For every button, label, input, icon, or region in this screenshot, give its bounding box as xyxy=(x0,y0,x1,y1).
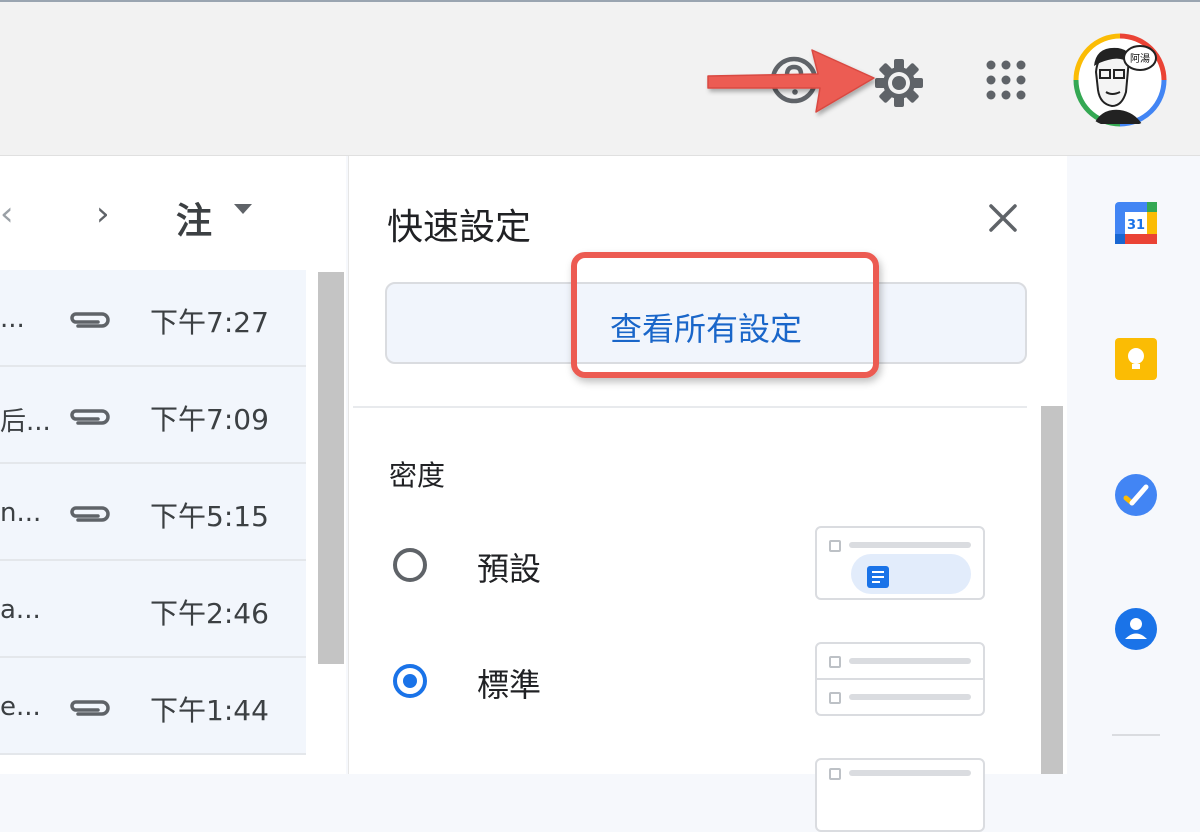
google-apps-icon[interactable] xyxy=(984,58,1028,102)
close-icon[interactable] xyxy=(983,198,1023,238)
preview-separator xyxy=(817,678,983,680)
density-default-preview[interactable] xyxy=(815,526,985,600)
density-standard-label[interactable]: 標準 xyxy=(477,660,541,706)
side-apps-divider xyxy=(1112,734,1160,736)
preview-checkbox xyxy=(829,768,841,780)
mail-row[interactable]: e... 下午1:44 xyxy=(0,658,306,755)
paperclip-icon xyxy=(70,409,110,425)
mail-list-scrollbar[interactable] xyxy=(318,272,344,664)
preview-line xyxy=(849,694,971,700)
preview-line xyxy=(849,658,971,664)
sort-menu-label[interactable]: 注 xyxy=(176,192,212,244)
preview-checkbox xyxy=(829,692,841,704)
quick-settings-panel: 快速設定 查看所有設定 密度 預設 標準 xyxy=(348,156,1067,832)
keep-icon[interactable] xyxy=(1113,336,1159,382)
top-header: 阿湯 xyxy=(0,2,1200,156)
density-default-label[interactable]: 預設 xyxy=(477,544,541,590)
paperclip-icon xyxy=(70,312,110,328)
panel-title: 快速設定 xyxy=(387,207,532,248)
document-icon xyxy=(867,566,889,588)
density-default-radio[interactable] xyxy=(393,548,427,582)
next-page-button[interactable]: › xyxy=(96,194,110,234)
mail-snippet: ... xyxy=(0,304,25,334)
mail-row[interactable]: n... 下午5:15 xyxy=(0,464,306,561)
mail-snippet: n... xyxy=(0,498,42,528)
mail-row[interactable]: a... 下午2:46 xyxy=(0,561,306,658)
preview-line xyxy=(849,770,971,776)
tasks-icon[interactable] xyxy=(1113,472,1159,518)
caret-down-icon[interactable] xyxy=(234,204,252,214)
account-avatar[interactable]: 阿湯 xyxy=(1072,32,1168,128)
mail-time: 下午2:46 xyxy=(150,597,269,630)
density-compact-preview[interactable] xyxy=(815,758,985,832)
help-icon[interactable] xyxy=(768,54,820,106)
mail-list-area: ‹ › 注 ... 下午7:27 后... 下午7:09 n... 下午5:15… xyxy=(0,156,346,774)
preview-line xyxy=(849,542,971,548)
panel-divider xyxy=(353,406,1027,408)
density-standard-radio[interactable] xyxy=(393,664,427,698)
density-section-title: 密度 xyxy=(389,459,446,492)
mail-time: 下午1:44 xyxy=(150,694,269,727)
preview-checkbox xyxy=(829,656,841,668)
mail-row[interactable]: 后... 下午7:09 xyxy=(0,367,306,464)
mail-snippet: e... xyxy=(0,692,41,722)
paperclip-icon xyxy=(70,506,110,522)
mail-list: ... 下午7:27 后... 下午7:09 n... 下午5:15 a... … xyxy=(0,270,306,755)
avatar-speech-text: 阿湯 xyxy=(1130,52,1150,65)
panel-scrollbar[interactable] xyxy=(1041,406,1063,774)
calendar-date-text: 31 xyxy=(1127,218,1145,233)
view-all-settings-label: 查看所有設定 xyxy=(609,310,802,348)
mail-snippet: a... xyxy=(0,595,41,625)
mail-time: 下午5:15 xyxy=(150,500,269,533)
preview-checkbox xyxy=(829,540,841,552)
paperclip-icon xyxy=(70,700,110,716)
calendar-icon[interactable]: 31 xyxy=(1113,200,1159,246)
contacts-icon[interactable] xyxy=(1113,606,1159,652)
mail-time: 下午7:27 xyxy=(150,306,269,339)
mail-time: 下午7:09 xyxy=(150,403,269,436)
mail-snippet: 后... xyxy=(0,407,51,437)
density-standard-preview[interactable] xyxy=(815,642,985,716)
prev-page-button[interactable]: ‹ xyxy=(0,194,14,234)
mail-row[interactable]: ... 下午7:27 xyxy=(0,270,306,367)
view-all-settings-button[interactable]: 查看所有設定 xyxy=(385,282,1027,364)
side-apps-panel: 31 xyxy=(1068,156,1200,774)
list-toolbar: ‹ › 注 xyxy=(0,156,306,268)
settings-gear-icon[interactable] xyxy=(872,56,926,110)
